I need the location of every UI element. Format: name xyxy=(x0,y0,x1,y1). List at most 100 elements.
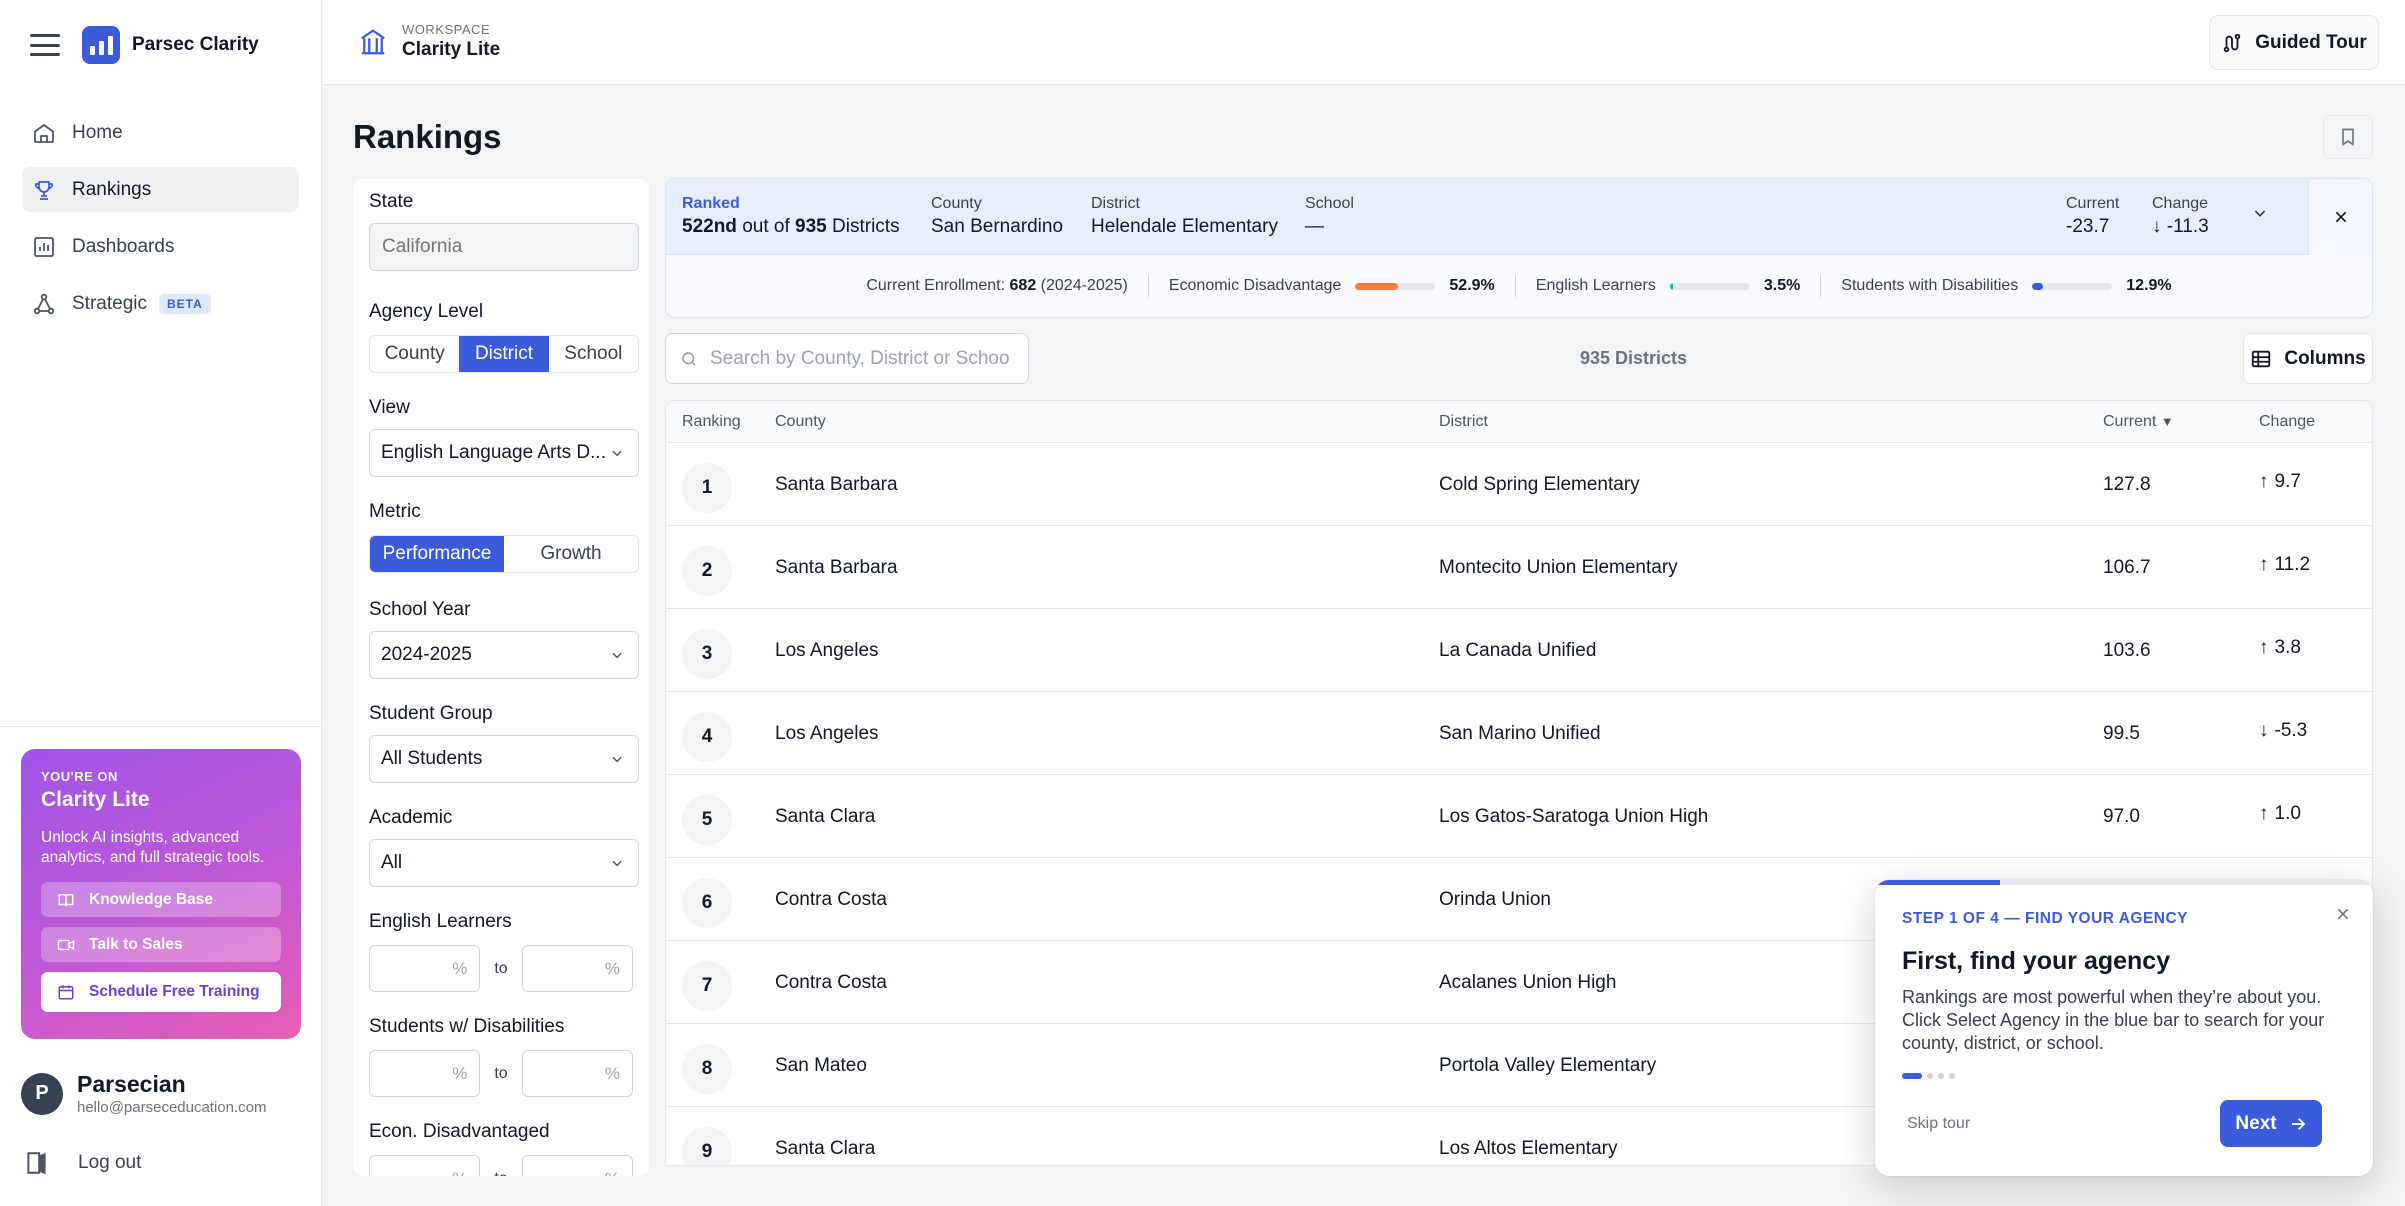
sidebar-item-home[interactable]: Home xyxy=(22,110,299,155)
student-group-value: All Students xyxy=(381,748,483,769)
ranked-label: Ranked xyxy=(682,195,740,212)
arrow-down-icon: ↓ xyxy=(2259,720,2269,741)
next-button[interactable]: Next xyxy=(2220,1100,2322,1147)
econ-min-input[interactable]: % xyxy=(369,1155,481,1176)
sidebar-item-label: Strategic xyxy=(72,292,147,314)
change-summary: Change ↓ -11.3 xyxy=(2152,195,2209,238)
rank-badge: 6 xyxy=(682,878,732,928)
expand-chevron-icon[interactable] xyxy=(2252,205,2268,226)
english-learners-max-input[interactable]: % xyxy=(521,945,633,992)
close-icon xyxy=(2337,908,2349,920)
sidebar-item-strategic[interactable]: Strategic BETA xyxy=(22,281,299,326)
agency-option-school[interactable]: School xyxy=(549,336,638,372)
agency-option-county[interactable]: County xyxy=(370,336,459,372)
table-row[interactable]: 4 Los Angeles San Marino Unified 99.5 ↓ -5.3 xyxy=(666,692,2372,775)
econ-stat: Economic Disadvantage 52.9% xyxy=(1149,275,1516,297)
el-stat-value: 3.5% xyxy=(1763,277,1801,294)
cell-change: ↑ 9.7 xyxy=(2259,471,2301,493)
header-district[interactable]: District xyxy=(1439,413,1488,431)
tour-text: Rankings are most powerful when they’re … xyxy=(1902,987,2325,1053)
school-summary: School — xyxy=(1305,195,1354,238)
agency-option-district[interactable]: District xyxy=(459,336,549,372)
trophy-icon xyxy=(34,180,54,200)
header-ranking[interactable]: Ranking xyxy=(682,413,741,431)
clear-agency-button[interactable] xyxy=(2308,179,2372,255)
search-input[interactable] xyxy=(710,347,1010,370)
cell-district: Los Altos Elementary xyxy=(1439,1138,1618,1159)
rank-total: 935 xyxy=(795,216,827,237)
enrollment-label: Current Enrollment: xyxy=(866,277,1006,294)
menu-icon[interactable] xyxy=(30,34,60,56)
cell-district: Acalanes Union High xyxy=(1439,972,1617,993)
current-summary: Current -23.7 xyxy=(2066,195,2119,238)
sort-desc-icon: ▼ xyxy=(2160,414,2174,429)
schedule-training-button[interactable]: Schedule Free Training xyxy=(41,972,281,1012)
cell-change: ↓ -5.3 xyxy=(2259,720,2307,742)
guided-tour-button[interactable]: Guided Tour xyxy=(2209,15,2379,70)
change-value: 3.8 xyxy=(2274,637,2301,658)
cell-district: Montecito Union Elementary xyxy=(1439,557,1678,578)
disabilities-max-input[interactable]: % xyxy=(521,1050,633,1097)
logout-button[interactable]: Log out xyxy=(24,1150,141,1176)
workspace-kicker: WORKSPACE xyxy=(402,22,491,37)
header-change[interactable]: Change xyxy=(2259,413,2315,431)
student-group-select[interactable]: All Students xyxy=(369,735,639,783)
tour-close-button[interactable] xyxy=(2335,906,2351,927)
district-summary: District Helendale Elementary xyxy=(1091,195,1278,238)
econ-disadvantaged-range: % to % xyxy=(369,1155,633,1176)
table-row[interactable]: 5 Santa Clara Los Gatos-Saratoga Union Hig… xyxy=(666,775,2372,858)
enrollment-stat: Current Enrollment: 682 (2024-2025) xyxy=(846,275,1149,297)
state-input[interactable] xyxy=(369,223,639,271)
school-value: — xyxy=(1305,216,1324,237)
county-value: San Bernardino xyxy=(931,216,1064,237)
english-learners-min-input[interactable]: % xyxy=(369,945,481,992)
workspace-switcher[interactable]: WORKSPACE Clarity Lite xyxy=(358,22,500,61)
arrow-up-icon: ↑ xyxy=(2259,637,2269,658)
promo-kicker: YOU'RE ON xyxy=(41,769,118,784)
ranked-summary-stats: Current Enrollment: 682 (2024-2025) Econ… xyxy=(666,255,2372,317)
econ-max-input[interactable]: % xyxy=(521,1155,633,1176)
range-to-label: to xyxy=(494,959,508,977)
cell-county: Contra Costa xyxy=(775,972,887,993)
metric-option-growth[interactable]: Growth xyxy=(504,536,638,572)
home-icon xyxy=(34,123,54,143)
disabilities-min-input[interactable]: % xyxy=(369,1050,481,1097)
header-current[interactable]: Current ▼ xyxy=(2103,413,2174,431)
ranked-summary-top[interactable]: Ranked 522nd out of 935 Districts County… xyxy=(666,179,2372,255)
school-year-select[interactable]: 2024-2025 xyxy=(369,631,639,679)
sidebar-item-dashboards[interactable]: Dashboards xyxy=(22,224,299,269)
change-value: 11.2 xyxy=(2274,554,2311,575)
columns-label: Columns xyxy=(2284,347,2366,369)
sidebar-item-rankings[interactable]: Rankings xyxy=(22,167,299,212)
cell-county: Los Angeles xyxy=(775,723,879,744)
cell-county: Santa Barbara xyxy=(775,557,898,578)
academic-select[interactable]: All xyxy=(369,839,639,887)
metric-option-performance[interactable]: Performance xyxy=(370,536,504,572)
guided-tour-popup: STEP 1 OF 4 — FIND YOUR AGENCY First, fi… xyxy=(1875,880,2373,1176)
calendar-icon xyxy=(58,985,74,1000)
school-year-filter: School Year 2024-2025 xyxy=(369,599,639,679)
cell-county: Santa Barbara xyxy=(775,474,898,495)
sidebar-item-label: Home xyxy=(72,121,123,143)
rank-badge: 3 xyxy=(682,629,732,679)
chart-icon xyxy=(34,236,54,257)
user-profile[interactable]: P Parsecian hello@parseceducation.com xyxy=(21,1071,267,1116)
bookmark-icon xyxy=(2342,128,2354,147)
talk-to-sales-label: Talk to Sales xyxy=(89,935,183,953)
columns-button[interactable]: Columns xyxy=(2243,333,2373,384)
view-select[interactable]: English Language Arts D... xyxy=(369,429,639,477)
search-box xyxy=(665,333,1029,384)
agency-level-toggle: County District School xyxy=(369,335,639,373)
table-row[interactable]: 3 Los Angeles La Canada Unified 103.6 ↑ 3.8 xyxy=(666,609,2372,692)
table-row[interactable]: 1 Santa Barbara Cold Spring Elementary 127.… xyxy=(666,443,2372,526)
table-header: Ranking County District Current ▼ Change xyxy=(666,401,2372,443)
skip-tour-button[interactable]: Skip tour xyxy=(1907,1115,1970,1133)
header-county[interactable]: County xyxy=(775,413,826,431)
talk-to-sales-button[interactable]: Talk to Sales xyxy=(41,927,281,962)
bookmark-button[interactable] xyxy=(2323,115,2373,159)
beta-badge: BETA xyxy=(158,293,211,314)
english-learners-filter: English Learners % to % xyxy=(369,911,633,992)
knowledge-base-button[interactable]: Knowledge Base xyxy=(41,882,281,917)
chevron-down-icon xyxy=(612,652,622,659)
table-row[interactable]: 2 Santa Barbara Montecito Union Elementary… xyxy=(666,526,2372,609)
